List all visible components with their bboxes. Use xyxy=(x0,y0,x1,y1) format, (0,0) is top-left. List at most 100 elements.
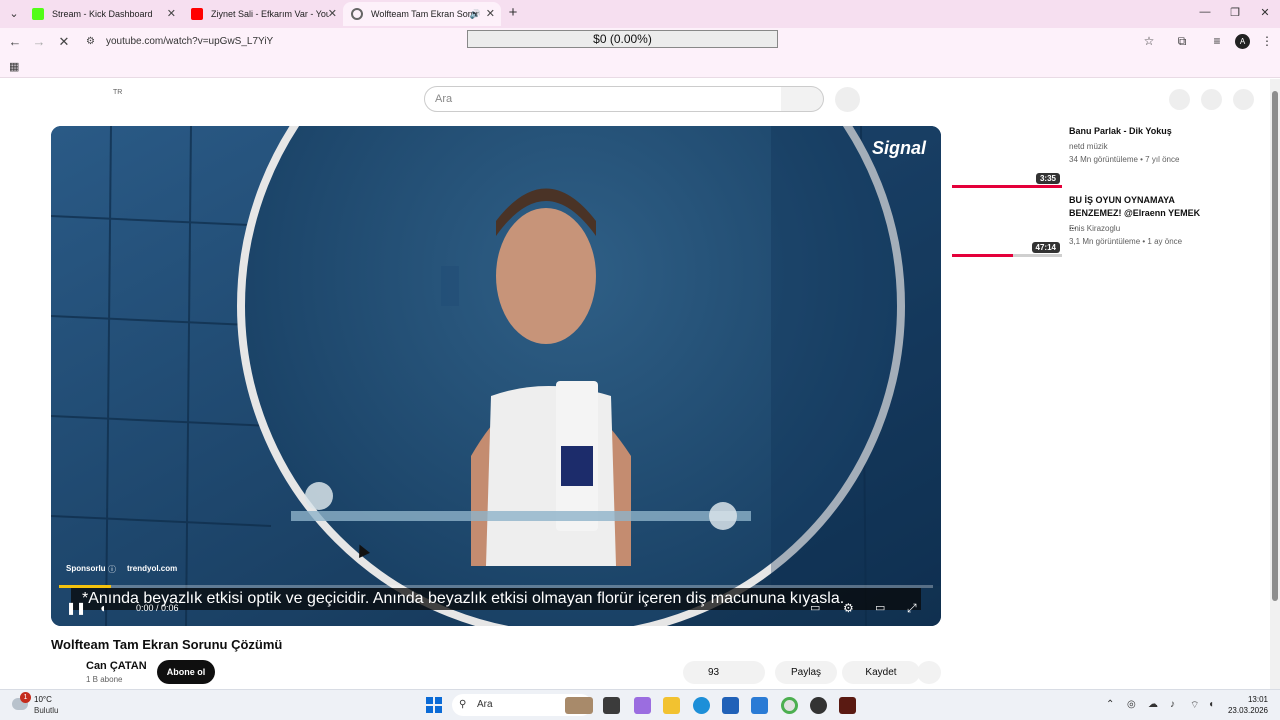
subtitles-icon[interactable]: ▭ xyxy=(810,601,820,614)
video-thumbnail[interactable]: 3:35 xyxy=(952,125,1062,188)
tab-kick-dashboard[interactable]: Stream - Kick Dashboard ✕ xyxy=(24,2,182,26)
cloud-sync-icon[interactable]: ☁ xyxy=(1148,699,1158,710)
video-duration: 3:35 xyxy=(1035,173,1060,184)
watch-progress-bar xyxy=(952,185,1062,188)
tab-title: Wolfteam Tam Ekran Sorunu xyxy=(371,9,479,19)
subscriber-count: 1 B abone xyxy=(86,675,123,684)
minimize-icon[interactable]: — xyxy=(1198,6,1212,18)
bookmarks-bar: ▦ xyxy=(0,56,1280,78)
profile-avatar[interactable]: A xyxy=(1235,34,1250,49)
address-bar[interactable]: youtube.com/watch?v=upGwS_L7YiY xyxy=(106,36,273,47)
fullscreen-icon[interactable]: ⤢ xyxy=(907,601,917,616)
restore-icon[interactable]: ❐ xyxy=(1228,6,1242,19)
date: 23.03.2026 xyxy=(1227,706,1268,715)
tab-close-icon[interactable]: ✕ xyxy=(328,2,337,26)
media-control-icon[interactable]: ≡ xyxy=(1209,34,1225,48)
extensions-icon[interactable]: ⧉ xyxy=(1174,34,1190,49)
menu-kebab-icon[interactable]: ⋮ xyxy=(1259,34,1275,48)
signal-brand-logo: Signal xyxy=(871,138,926,158)
tab-youtube-music[interactable]: Ziynet Sali - Efkarım Var - YouTu ✕ xyxy=(183,2,343,26)
loading-favicon-icon xyxy=(351,8,363,20)
settings-gear-icon[interactable]: ⚙ xyxy=(843,601,854,615)
network-app-icon[interactable]: ◎ xyxy=(1127,699,1136,710)
video-duration: 47:14 xyxy=(1031,242,1060,253)
game-app-icon[interactable] xyxy=(839,697,856,714)
country-code: TR xyxy=(113,89,123,96)
forward-icon[interactable]: → xyxy=(31,34,47,50)
new-tab-button[interactable]: + xyxy=(505,5,521,21)
video-thumbnail[interactable]: 47:14 xyxy=(952,194,1062,257)
wifi-icon[interactable]: ⌔ xyxy=(1190,699,1199,712)
create-button[interactable] xyxy=(1169,89,1190,110)
youtube-favicon-icon xyxy=(191,8,203,20)
time: 13:01 xyxy=(1247,695,1268,704)
speaker-icon[interactable]: 🔊 xyxy=(470,2,481,26)
save-button[interactable]: Kaydet xyxy=(842,661,920,684)
scrollbar-thumb[interactable] xyxy=(1272,91,1278,601)
search-button[interactable] xyxy=(781,86,824,112)
theater-mode-icon[interactable]: ▭ xyxy=(875,601,885,614)
outlook-icon[interactable] xyxy=(751,697,768,714)
account-button[interactable] xyxy=(1233,89,1254,110)
video-player[interactable]: Signal Sponsorlu ⓘ trendyol.com *Anında … xyxy=(51,126,941,626)
video-caption: *Anında beyazlık etkisi optik ve geçicid… xyxy=(71,588,921,610)
tab-close-icon[interactable]: ✕ xyxy=(167,2,176,26)
page-scrollbar[interactable] xyxy=(1270,79,1280,689)
apps-grid-icon[interactable]: ▦ xyxy=(9,60,19,73)
obs-icon[interactable] xyxy=(810,697,827,714)
stop-loading-icon[interactable]: ✕ xyxy=(56,34,72,50)
sponsored-label: Sponsorlu xyxy=(66,564,106,573)
recommendation-item[interactable]: 3:35 Banu Parlak - Dik Yokuş netd müzik … xyxy=(952,125,1262,195)
share-button[interactable]: Paylaş xyxy=(775,661,837,684)
search-icon: ⚲ xyxy=(459,699,467,710)
widgets-icon[interactable] xyxy=(565,697,593,714)
tab-close-icon[interactable]: ✕ xyxy=(486,2,495,26)
advertiser-link[interactable]: trendyol.com xyxy=(127,564,177,573)
windows-start-icon[interactable] xyxy=(426,697,442,713)
close-window-icon[interactable]: ✕ xyxy=(1258,6,1272,19)
video-title: Wolfteam Tam Ekran Sorunu Çözümü xyxy=(51,637,283,652)
volume-icon[interactable]: ◖ xyxy=(99,601,106,615)
chrome-icon[interactable] xyxy=(781,697,798,714)
tab-title: Stream - Kick Dashboard xyxy=(52,9,153,19)
voice-search-button[interactable] xyxy=(835,87,860,112)
bookmark-star-icon[interactable]: ☆ xyxy=(1141,34,1157,48)
system-clock[interactable]: 13:01 23.03.2026 xyxy=(1226,694,1268,716)
back-icon[interactable]: ← xyxy=(7,34,23,50)
like-button[interactable]: 93 xyxy=(683,661,765,684)
microphone-icon[interactable]: ♪ xyxy=(1170,699,1175,710)
windows-taskbar: 1 10°C Bulutlu ⚲ Ara ⌃ ◎ ☁ ♪ ⌔ ◖ 13:01 2… xyxy=(0,689,1280,720)
tab-search-icon[interactable]: ⌄ xyxy=(6,6,22,22)
pause-icon[interactable]: ❚❚ xyxy=(66,601,86,615)
copilot-icon[interactable] xyxy=(634,697,651,714)
info-icon[interactable]: ⓘ xyxy=(108,564,116,575)
notifications-button[interactable] xyxy=(1201,89,1222,110)
file-explorer-icon[interactable] xyxy=(663,697,680,714)
recommendation-channel[interactable]: netd müzik xyxy=(1069,142,1108,151)
donation-overlay-bar: $0 (0.00%) xyxy=(467,30,778,48)
more-actions-button[interactable] xyxy=(917,661,941,684)
youtube-header: TR Ara xyxy=(0,79,1270,119)
search-input[interactable]: Ara xyxy=(424,86,782,112)
channel-name[interactable]: Can ÇATAN xyxy=(86,660,147,672)
tab-wolfteam-video[interactable]: Wolfteam Tam Ekran Sorunu 🔊 ✕ xyxy=(343,2,501,26)
temperature[interactable]: 10°C xyxy=(34,695,52,704)
channel-avatar[interactable] xyxy=(51,660,79,688)
weather-condition[interactable]: Bulutlu xyxy=(34,706,58,715)
video-timecode: 0:00 / 0:06 xyxy=(136,603,179,613)
tab-title: Ziynet Sali - Efkarım Var - YouTu xyxy=(211,9,329,19)
edge-icon[interactable] xyxy=(693,697,710,714)
recommendation-item[interactable]: 47:14 BU İŞ OYUN OYNAMAYA BENZEMEZ! @Elr… xyxy=(952,194,1262,264)
recommendation-meta: 3,1 Mn görüntüleme • 1 ay önce xyxy=(1069,237,1183,246)
recommendation-channel[interactable]: Enis Kirazoglu xyxy=(1069,224,1120,233)
volume-tray-icon[interactable]: ◖ xyxy=(1208,699,1214,710)
subscribe-button[interactable]: Abone ol xyxy=(157,660,215,684)
task-view-icon[interactable] xyxy=(603,697,620,714)
like-count: 93 xyxy=(708,667,720,678)
store-icon[interactable] xyxy=(722,697,739,714)
recommendation-title[interactable]: Banu Parlak - Dik Yokuş xyxy=(1069,125,1209,138)
chevron-up-icon[interactable]: ⌃ xyxy=(1106,699,1114,710)
browser-tab-bar: ⌄ Stream - Kick Dashboard ✕ Ziynet Sali … xyxy=(0,0,1280,28)
notification-badge: 1 xyxy=(20,692,31,703)
site-info-icon[interactable]: ⚙ xyxy=(86,36,95,47)
